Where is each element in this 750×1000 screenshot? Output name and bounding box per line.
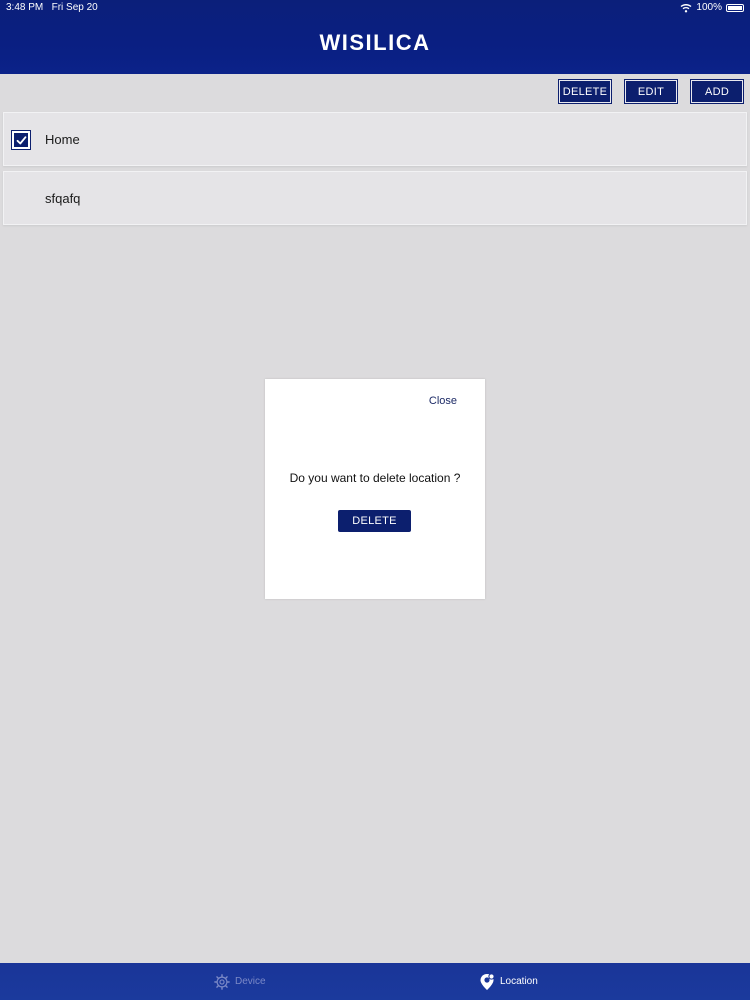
status-bar: 3:48 PM Fri Sep 20 100% xyxy=(0,0,750,16)
toolbar: DELETE EDIT ADD xyxy=(559,80,743,103)
location-pin-icon xyxy=(480,972,495,990)
app-root: 3:48 PM Fri Sep 20 100% WISILICA DELETE … xyxy=(0,0,750,1000)
gear-icon xyxy=(214,973,230,990)
confirm-delete-button[interactable]: DELETE xyxy=(338,510,411,532)
delete-button[interactable]: DELETE xyxy=(559,80,611,103)
tab-device[interactable]: Device xyxy=(214,963,266,1000)
dialog-message: Do you want to delete location ? xyxy=(289,471,461,485)
status-time: 3:48 PM Fri Sep 20 xyxy=(6,0,98,16)
location-checkbox[interactable] xyxy=(12,131,30,149)
close-button[interactable]: Close xyxy=(429,395,457,407)
location-name: Home xyxy=(45,132,80,147)
delete-confirm-dialog: Close Do you want to delete location ? D… xyxy=(265,379,485,599)
battery-icon xyxy=(726,4,744,12)
checkmark-icon xyxy=(16,136,27,145)
add-button[interactable]: ADD xyxy=(691,80,743,103)
location-name: sfqafq xyxy=(45,191,81,206)
tab-device-label: Device xyxy=(235,976,266,987)
tab-location-label: Location xyxy=(500,976,538,987)
tab-location[interactable]: Location xyxy=(479,963,538,1000)
location-row[interactable]: Home xyxy=(3,112,747,166)
location-row[interactable]: sfqafq xyxy=(3,171,747,225)
status-date: Fri Sep 20 xyxy=(51,2,98,13)
bottom-tab-bar: Device Location xyxy=(0,963,750,1000)
battery-percent: 100% xyxy=(696,2,722,13)
brand-logo: WISILICA xyxy=(319,30,431,55)
edit-button[interactable]: EDIT xyxy=(625,80,677,103)
status-clock: 3:48 PM xyxy=(6,2,44,13)
status-indicators: 100% xyxy=(680,0,744,16)
header-bar: 3:48 PM Fri Sep 20 100% WISILICA xyxy=(0,0,750,74)
wifi-icon xyxy=(680,4,692,13)
